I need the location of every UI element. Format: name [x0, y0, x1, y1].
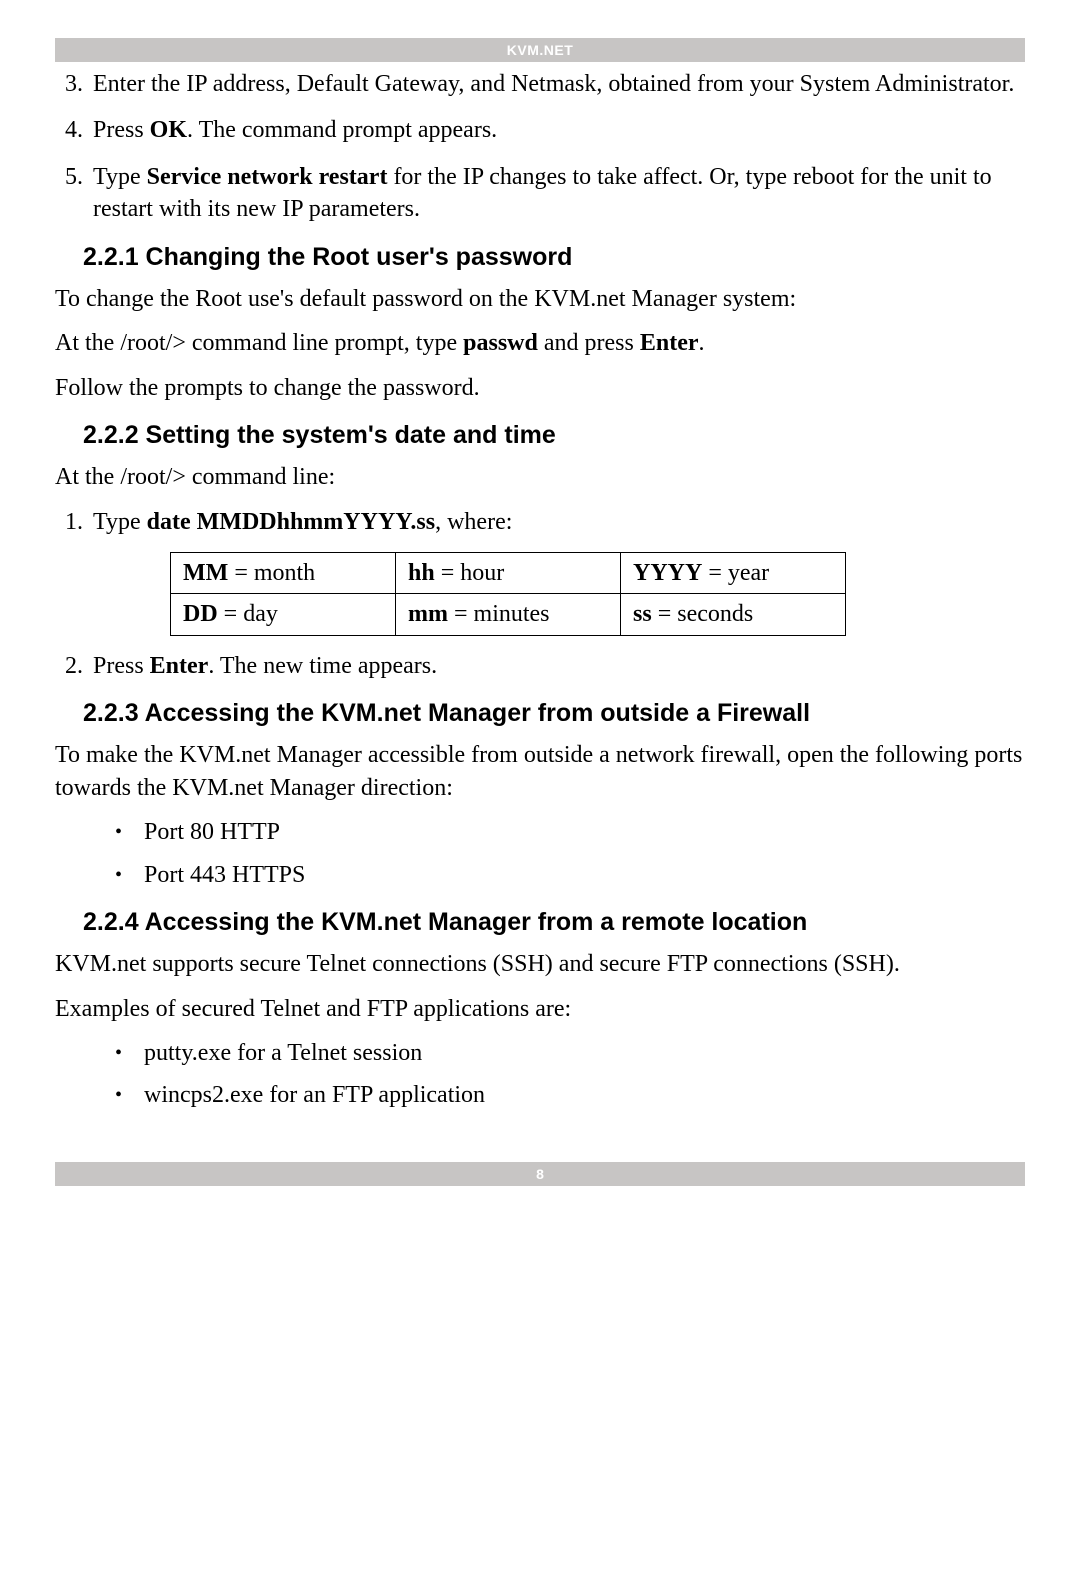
list-item: • putty.exe for a Telnet session [55, 1037, 1025, 1069]
bold-enter: Enter [150, 653, 209, 679]
text: Press [93, 117, 150, 143]
bold-date-cmd: date MMDDhhmmYYYY.ss [147, 509, 435, 535]
step-4: 4. Press OK. The command prompt appears. [55, 114, 1025, 146]
text: Type [93, 164, 147, 190]
date-step-1: 1. Type date MMDDhhmmYYYY.ss, where: [55, 506, 1025, 538]
page-header-bar: KVM.NET [55, 38, 1025, 62]
heading-2-2-4: 2.2.4 Accessing the KVM.net Manager from… [83, 907, 1025, 938]
date-step-2: 2. Press Enter. The new time appears. [55, 650, 1025, 682]
text: = month [228, 560, 315, 586]
text: At the /root/> command line prompt, type [55, 330, 463, 356]
table-row: MM = month hh = hour YYYY = year [171, 553, 846, 594]
cell-ss: ss = seconds [621, 594, 846, 635]
cell-mm: MM = month [171, 553, 396, 594]
bold: DD [183, 601, 218, 627]
bullet-icon: • [115, 1079, 122, 1111]
heading-2-2-2: 2.2.2 Setting the system's date and time [83, 420, 1025, 451]
page-footer-bar: 8 [55, 1162, 1025, 1186]
paragraph: At the /root/> command line prompt, type… [55, 327, 1025, 359]
text: = year [702, 560, 769, 586]
paragraph: At the /root/> command line: [55, 461, 1025, 493]
bullet-icon: • [115, 859, 122, 891]
apps-list: • putty.exe for a Telnet session • wincp… [55, 1037, 1025, 1112]
bold: hh [408, 560, 435, 586]
bold-enter: Enter [640, 330, 699, 356]
list-text: wincps2.exe for an FTP application [144, 1079, 485, 1111]
heading-2-2-3: 2.2.3 Accessing the KVM.net Manager from… [83, 698, 1025, 729]
bold-ok: OK [150, 117, 187, 143]
text: . The command prompt appears. [187, 117, 497, 143]
paragraph: To make the KVM.net Manager accessible f… [55, 739, 1025, 804]
text: = day [218, 601, 278, 627]
intro-steps: 3. Enter the IP address, Default Gateway… [55, 68, 1025, 226]
paragraph: To change the Root use's default passwor… [55, 283, 1025, 315]
list-item: • wincps2.exe for an FTP application [55, 1079, 1025, 1111]
step-text: Enter the IP address, Default Gateway, a… [93, 68, 1025, 100]
text: = hour [435, 560, 505, 586]
list-text: Port 80 HTTP [144, 816, 280, 848]
step-text: Press Enter. The new time appears. [93, 650, 1025, 682]
text: and press [538, 330, 640, 356]
step-number: 3. [55, 68, 83, 100]
table-row: DD = day mm = minutes ss = seconds [171, 594, 846, 635]
text: . The new time appears. [208, 653, 437, 679]
list-text: putty.exe for a Telnet session [144, 1037, 422, 1069]
cell-yyyy: YYYY = year [621, 553, 846, 594]
step-number: 4. [55, 114, 83, 146]
paragraph: Examples of secured Telnet and FTP appli… [55, 993, 1025, 1025]
cell-dd: DD = day [171, 594, 396, 635]
date-steps-2: 2. Press Enter. The new time appears. [55, 650, 1025, 682]
step-5: 5. Type Service network restart for the … [55, 161, 1025, 226]
bold: YYYY [633, 560, 702, 586]
list-item: • Port 443 HTTPS [55, 859, 1025, 891]
paragraph: Follow the prompts to change the passwor… [55, 372, 1025, 404]
cell-mm2: mm = minutes [396, 594, 621, 635]
date-format-table: MM = month hh = hour YYYY = year DD = da… [170, 552, 846, 636]
step-number: 1. [55, 506, 83, 538]
step-text: Type Service network restart for the IP … [93, 161, 1025, 226]
text: . [699, 330, 705, 356]
cell-hh: hh = hour [396, 553, 621, 594]
text: Type [93, 509, 147, 535]
bold-passwd: passwd [463, 330, 538, 356]
text: , where: [435, 509, 512, 535]
bold: MM [183, 560, 228, 586]
step-number: 5. [55, 161, 83, 226]
step-text: Press OK. The command prompt appears. [93, 114, 1025, 146]
bullet-icon: • [115, 1037, 122, 1069]
bold: ss [633, 601, 652, 627]
list-text: Port 443 HTTPS [144, 859, 305, 891]
step-number: 2. [55, 650, 83, 682]
list-item: • Port 80 HTTP [55, 816, 1025, 848]
step-3: 3. Enter the IP address, Default Gateway… [55, 68, 1025, 100]
ports-list: • Port 80 HTTP • Port 443 HTTPS [55, 816, 1025, 891]
bold: mm [408, 601, 448, 627]
text: = minutes [448, 601, 550, 627]
date-steps: 1. Type date MMDDhhmmYYYY.ss, where: [55, 506, 1025, 538]
step-text: Type date MMDDhhmmYYYY.ss, where: [93, 506, 1025, 538]
document-page: KVM.NET 3. Enter the IP address, Default… [0, 38, 1080, 1571]
text: = seconds [652, 601, 754, 627]
text: Press [93, 653, 150, 679]
bold-command: Service network restart [147, 164, 388, 190]
heading-2-2-1: 2.2.1 Changing the Root user's password [83, 242, 1025, 273]
paragraph: KVM.net supports secure Telnet connectio… [55, 948, 1025, 980]
bullet-icon: • [115, 816, 122, 848]
